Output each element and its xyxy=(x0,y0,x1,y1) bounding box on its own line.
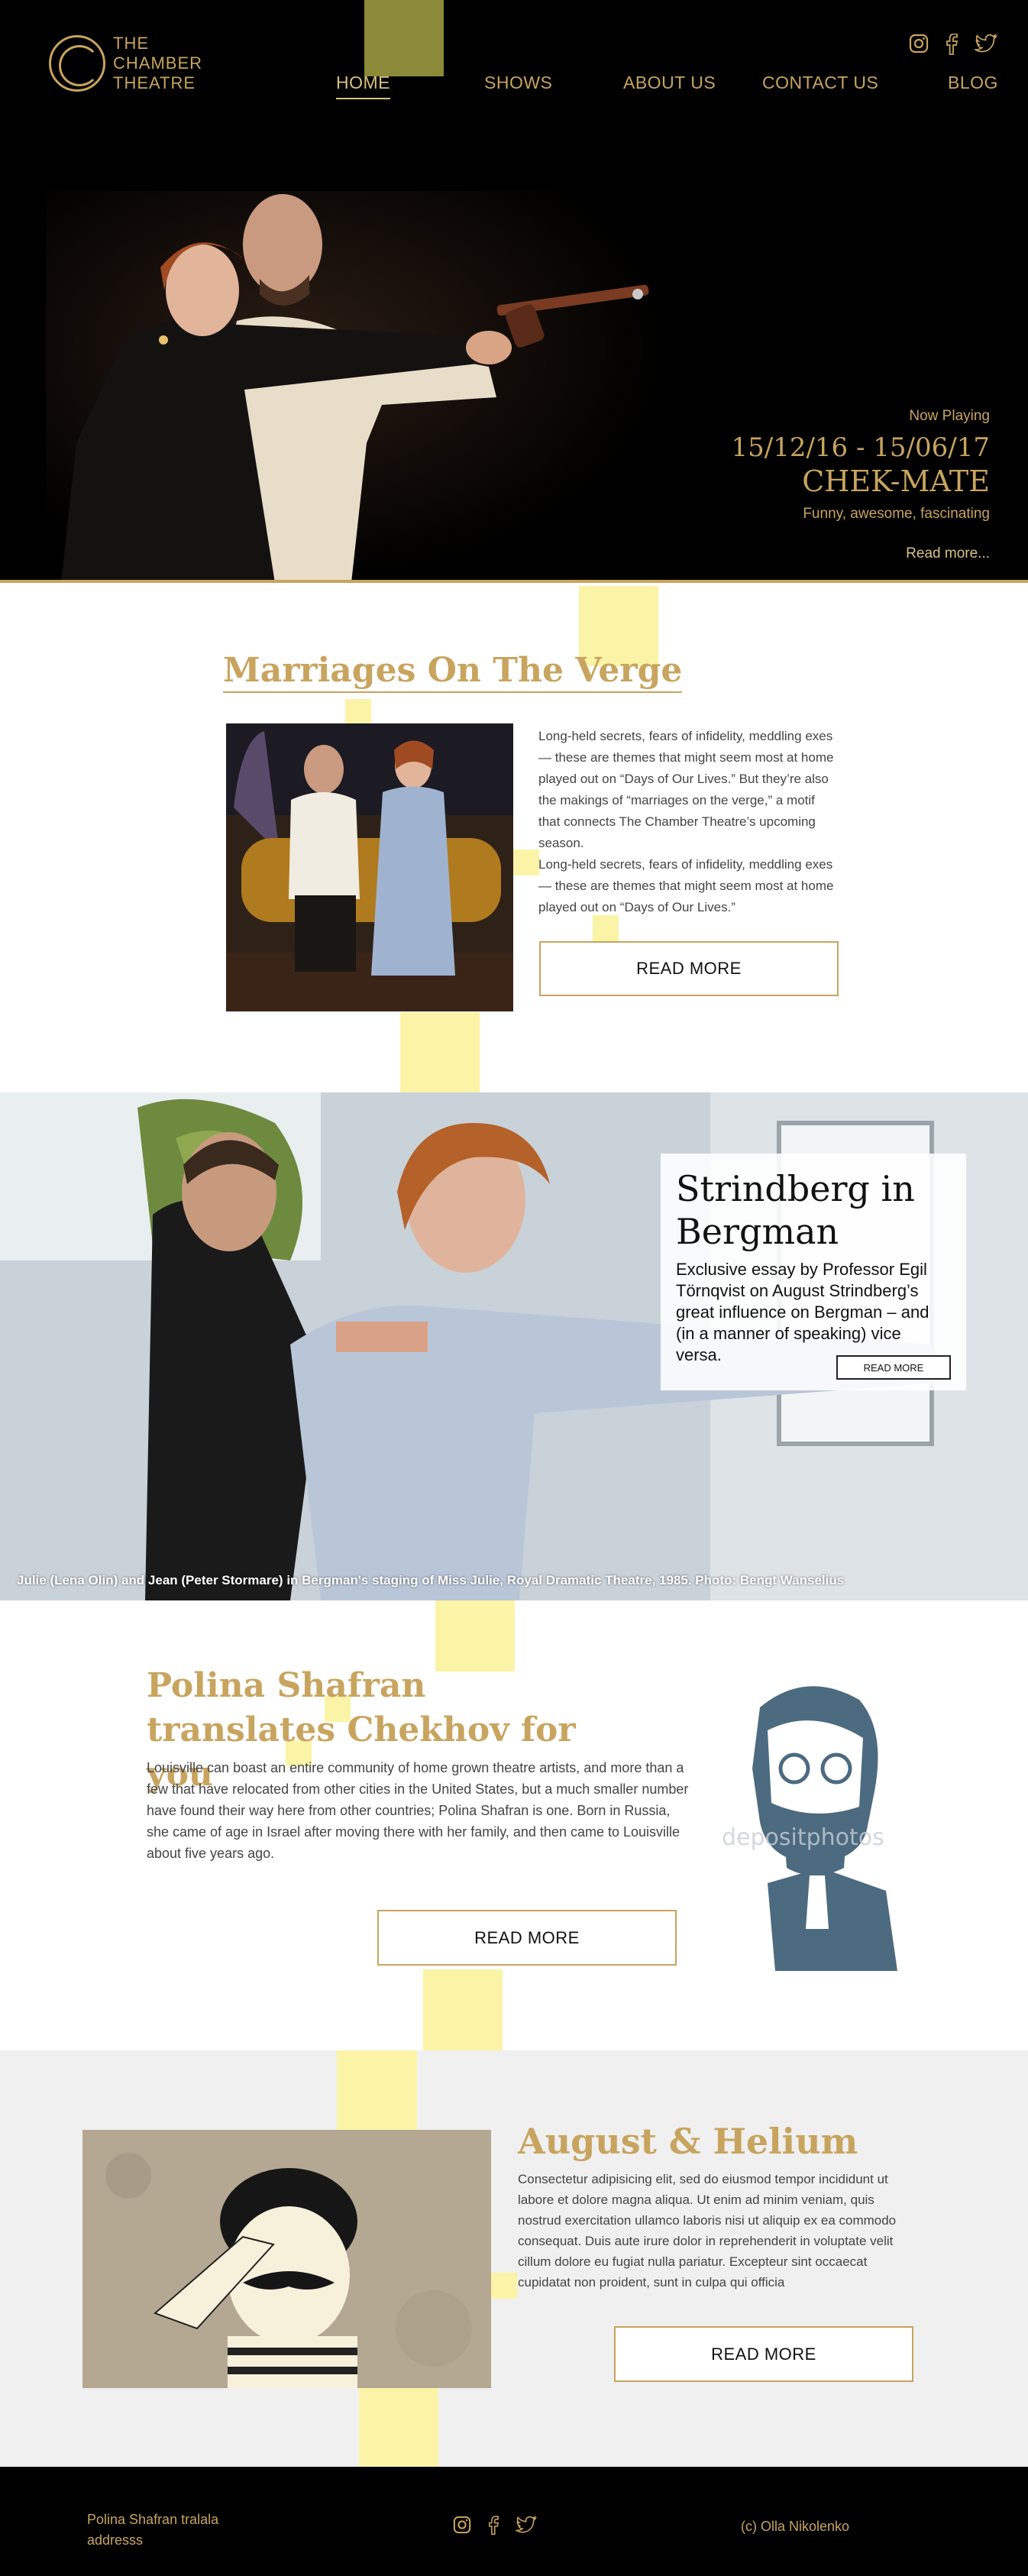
section1-body: Long-held secrets, fears of infidelity, … xyxy=(538,729,834,914)
site-footer: Polina Shafran tralala addresss (c) Olla… xyxy=(0,2467,1028,2576)
feature-read-more-button[interactable]: READ MORE xyxy=(836,1355,951,1380)
logo-line: CHAMBER xyxy=(113,53,203,73)
nav-shows[interactable]: SHOWS xyxy=(484,73,552,93)
show-title: CHEK-MATE xyxy=(802,464,990,498)
feature-title: Strindberg in Bergman xyxy=(676,1168,915,1252)
section-title: August & Helium xyxy=(518,2121,858,2162)
feature-description: Exclusive essay by Professor Egil Törnqv… xyxy=(676,1260,929,1364)
decorative-block xyxy=(337,2050,417,2130)
decorative-block xyxy=(345,699,371,725)
facebook-icon[interactable] xyxy=(946,33,958,60)
feature-card: Strindberg in Bergman Exclusive essay by… xyxy=(661,1154,966,1390)
facebook-icon[interactable] xyxy=(488,2516,499,2541)
decorative-block xyxy=(359,2388,438,2467)
nav-about-us[interactable]: ABOUT US xyxy=(623,73,716,93)
hero-section: THE CHAMBER THEATRE HOME SHOWS ABOUT US … xyxy=(0,0,1028,583)
hero-read-more-link[interactable]: Read more... xyxy=(731,545,990,562)
decorative-block xyxy=(400,1012,480,1092)
section3-read-more-button[interactable]: READ MORE xyxy=(377,1910,677,1966)
header-social xyxy=(909,33,998,60)
chekhov-portrait: depositphotos xyxy=(722,1677,905,1971)
footer-social xyxy=(453,2516,538,2541)
twitter-icon[interactable] xyxy=(514,2516,538,2541)
watermark-text: depositphotos xyxy=(722,1824,884,1851)
instagram-icon[interactable] xyxy=(453,2516,471,2541)
decorative-block xyxy=(435,1600,515,1671)
show-dates: 15/12/16 - 15/06/17 xyxy=(731,432,990,463)
decorative-block xyxy=(491,2273,517,2299)
decorative-block xyxy=(364,0,444,76)
section-title: Marriages On The Verge xyxy=(223,651,683,693)
twitter-icon[interactable] xyxy=(973,34,998,60)
feature-banner: Strindberg in Bergman Exclusive essay by… xyxy=(0,1092,1028,1600)
nav-blog[interactable]: BLOG xyxy=(948,73,998,93)
address-line: Polina Shafran tralala xyxy=(87,2512,219,2527)
section4-body: Consectetur adipisicing elit, sed do eiu… xyxy=(518,2172,897,2290)
now-playing-label: Now Playing xyxy=(909,408,990,424)
decorative-block xyxy=(513,849,539,875)
show-tagline: Funny, awesome, fascinating xyxy=(803,506,990,522)
logo-line: THE xyxy=(113,34,149,53)
section1-read-more-button[interactable]: READ MORE xyxy=(539,941,839,996)
section1-photo xyxy=(226,723,513,1011)
section4-read-more-button[interactable]: READ MORE xyxy=(614,2326,913,2382)
footer-copyright: (c) Olla Nikolenko xyxy=(741,2519,850,2534)
decorative-block xyxy=(593,915,619,941)
address-line: addresss xyxy=(87,2532,144,2548)
footer-address: Polina Shafran tralala addresss xyxy=(87,2510,218,2551)
instagram-icon[interactable] xyxy=(909,34,929,60)
august-helium-section: August & Helium Consectetur adipisicing … xyxy=(0,2050,1028,2467)
decorative-block xyxy=(423,1969,503,2050)
nav-home[interactable]: HOME xyxy=(336,73,390,99)
now-playing-panel: Now Playing 15/12/16 - 15/06/17 CHEK-MAT… xyxy=(731,408,990,562)
nav-contact-us[interactable]: CONTACT US xyxy=(762,73,878,93)
photo-caption: Julie (Lena Olin) and Jean (Peter Storma… xyxy=(17,1573,845,1587)
section3-body: Louisville can boast an entire community… xyxy=(147,1760,689,1861)
hero-photo xyxy=(46,191,672,580)
section4-illustration xyxy=(82,2130,491,2388)
main-nav: HOME SHOWS ABOUT US CONTACT US BLOG xyxy=(0,73,1028,103)
